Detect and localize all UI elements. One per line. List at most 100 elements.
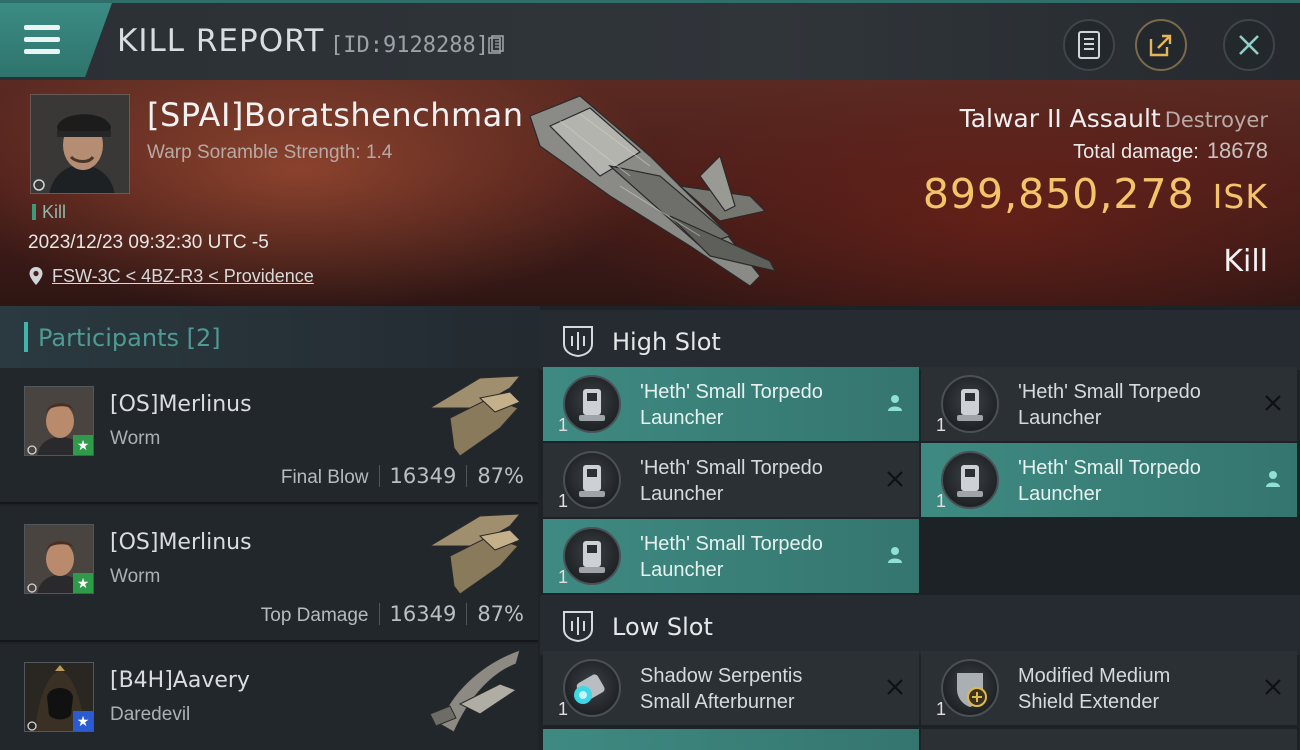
final-blow-label: Final Blow (280, 467, 369, 488)
module-name: 'Heth' Small Torpedo Launcher (1018, 455, 1248, 507)
shield-extender-icon (941, 659, 999, 717)
module-name-line: 'Heth' Small Torpedo (640, 457, 823, 479)
avatar[interactable]: ★ (24, 524, 94, 594)
participant-damage-percent: 87% (477, 464, 524, 488)
module-name: 'Heth' Small Torpedo Launcher (640, 379, 870, 431)
participants-title: Participants [2] (38, 324, 221, 352)
isk-unit: ISK (1212, 177, 1268, 216)
pilot-portrait-icon (31, 95, 129, 193)
report-document-button[interactable] (1063, 19, 1115, 71)
star-icon: ★ (73, 435, 93, 455)
module-card[interactable]: 1 'Heth' Small Torpedo Launcher (921, 443, 1297, 517)
victim-name[interactable]: [SPAI]Boratshenchman (147, 96, 524, 134)
divider (378, 465, 380, 487)
module-name-line: 'Heth' Small Torpedo (1018, 457, 1201, 479)
low-slot-header: Low Slot (540, 595, 1300, 655)
participant-row[interactable]: ★ [B4H]Aavery Daredevil (0, 644, 538, 750)
total-damage-value: 18678 (1206, 138, 1268, 163)
module-name-line: Launcher (640, 559, 724, 581)
module-name-line: 'Heth' Small Torpedo (1018, 381, 1201, 403)
document-icon (1078, 31, 1100, 59)
high-slot-title: High Slot (612, 328, 721, 356)
participants-count: [2] (186, 324, 221, 352)
fitting-panel: High Slot 1 'Heth' Small Torpedo Launcher… (540, 306, 1300, 750)
module-name: Modified Medium Shield Extender (1018, 663, 1248, 715)
module-name-line: Small Afterburner (640, 691, 795, 713)
module-name-line: Modified Medium (1018, 665, 1171, 687)
result-label: Kill (1223, 244, 1268, 279)
victim-banner: [SPAI]Boratshenchman Warp Soramble Stren… (0, 80, 1300, 306)
module-quantity: 1 (558, 491, 569, 511)
user-icon (883, 543, 907, 567)
module-name-line: Shadow Serpentis (640, 665, 803, 687)
participant-ship: Worm (110, 428, 161, 449)
page-title: KILL REPORT (117, 23, 325, 59)
victim-avatar[interactable] (30, 94, 130, 194)
copy-icon[interactable] (488, 35, 504, 55)
module-card[interactable]: 1 'Heth' Small Torpedo Launcher (543, 367, 919, 441)
module-name: Shadow Serpentis Small Afterburner (640, 663, 870, 715)
participant-ship: Daredevil (110, 704, 191, 725)
high-slot-header: High Slot (540, 310, 1300, 370)
module-card[interactable]: 1 Modified Medium Shield Extender (921, 651, 1297, 725)
participant-ship: Worm (110, 566, 161, 587)
share-button[interactable] (1135, 19, 1187, 71)
avatar[interactable]: ★ (24, 662, 94, 732)
divider (378, 603, 380, 625)
user-icon (883, 391, 907, 415)
module-card[interactable]: 1 'Heth' Small Torpedo Launcher (543, 519, 919, 593)
victim-ship-name[interactable]: Talwar II Assault (960, 104, 1161, 133)
module-quantity: 1 (558, 567, 569, 587)
frigate-ship-icon (428, 513, 522, 595)
torpedo-launcher-icon (941, 375, 999, 433)
destroyer-ship-icon (529, 95, 777, 287)
total-damage-label: Total damage: (1073, 141, 1199, 163)
frigate-ship-icon (428, 375, 522, 457)
module-quantity: 1 (936, 491, 947, 511)
participant-row[interactable]: ★ [OS]Merlinus Worm Final Blow 16349 87% (0, 368, 538, 504)
star-icon: ★ (73, 711, 93, 731)
daredevil-ship-icon (429, 649, 521, 733)
participants-title-text: Participants (38, 324, 179, 352)
close-icon (883, 675, 907, 699)
module-name: 'Heth' Small Torpedo Launcher (640, 455, 870, 507)
kill-location[interactable]: FSW-3C < 4BZ-R3 < Providence (28, 266, 314, 287)
module-name: 'Heth' Small Torpedo Launcher (1018, 379, 1248, 431)
menu-button[interactable] (0, 3, 112, 77)
share-icon (1149, 34, 1172, 57)
afterburner-icon (563, 659, 621, 717)
module-card[interactable]: 1 'Heth' Small Torpedo Launcher (921, 367, 1297, 441)
module-name-line: Launcher (1018, 483, 1102, 505)
low-slot-title: Low Slot (612, 613, 713, 641)
star-icon: ★ (73, 573, 93, 593)
module-name-line: Shield Extender (1018, 691, 1160, 713)
participant-damage-percent: 87% (477, 602, 524, 626)
torpedo-launcher-icon (941, 451, 999, 509)
avatar[interactable]: ★ (24, 386, 94, 456)
participant-name[interactable]: [OS]Merlinus (110, 530, 252, 555)
module-quantity: 1 (936, 415, 947, 435)
user-icon (1261, 467, 1285, 491)
module-card[interactable]: 1 'Heth' Small Torpedo Launcher (543, 443, 919, 517)
location-link[interactable]: FSW-3C < 4BZ-R3 < Providence (52, 266, 314, 286)
module-name-line: 'Heth' Small Torpedo (640, 533, 823, 555)
kill-tag: Kill (32, 202, 66, 223)
participant-stats: Top Damage 16349 87% (261, 602, 524, 627)
module-card[interactable] (543, 729, 919, 750)
participant-name[interactable]: [OS]Merlinus (110, 392, 252, 417)
location-pin-icon (29, 267, 43, 285)
torpedo-launcher-icon (563, 375, 621, 433)
module-card[interactable] (921, 729, 1297, 750)
module-card[interactable]: 1 Shadow Serpentis Small Afterburner (543, 651, 919, 725)
participant-name[interactable]: [B4H]Aavery (110, 668, 250, 693)
close-button[interactable] (1223, 19, 1275, 71)
isk-amount: 899,850,278 (922, 170, 1195, 218)
participant-row[interactable]: ★ [OS]Merlinus Worm Top Damage 16349 87% (0, 506, 538, 642)
victim-ship-type: Talwar II Assault Destroyer (960, 104, 1268, 133)
menu-icon-bar (24, 49, 60, 54)
close-icon (1261, 675, 1285, 699)
torpedo-launcher-icon (563, 451, 621, 509)
module-name-line: 'Heth' Small Torpedo (640, 381, 823, 403)
victim-ship-class: Destroyer (1164, 108, 1268, 132)
menu-icon (24, 25, 60, 30)
